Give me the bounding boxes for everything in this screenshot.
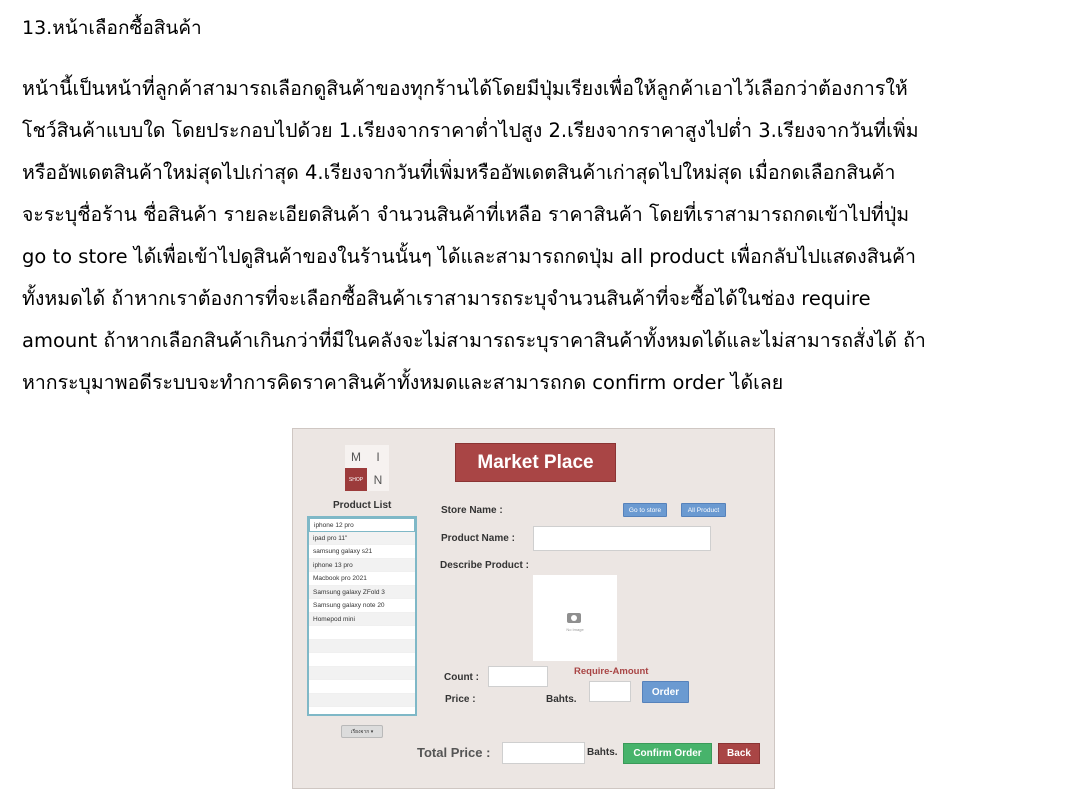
list-item[interactable]	[309, 653, 415, 667]
product-list-title: Product List	[333, 500, 392, 511]
price-label: Price :	[445, 694, 476, 705]
section-heading: 13.หน้าเลือกซื้อสินค้า	[22, 17, 202, 39]
paragraph-line: amount ถ้าหากเลือกสินค้าเกินกว่าที่มีในค…	[22, 329, 926, 352]
logo-letter-m: M	[345, 445, 367, 468]
no-image-caption: No Image	[566, 627, 584, 632]
describe-product-label: Describe Product :	[440, 560, 529, 571]
all-product-button[interactable]: All Product	[681, 503, 726, 517]
list-item[interactable]: samsung galaxy s21	[309, 545, 415, 559]
order-button[interactable]: Order	[642, 681, 689, 703]
list-item[interactable]	[309, 666, 415, 680]
total-bahts-label: Bahts.	[587, 747, 618, 758]
shop-logo: M I SHOP N	[345, 445, 389, 491]
back-button[interactable]: Back	[718, 743, 760, 764]
total-price-label: Total Price :	[417, 745, 491, 760]
list-item[interactable]: Homepod mini	[309, 612, 415, 626]
logo-letter-i: I	[367, 445, 389, 468]
paragraph-line: go to store ได้เพื่อเข้าไปดูสินค้าของในร…	[22, 245, 916, 268]
price-bahts-label: Bahts.	[546, 694, 577, 705]
go-to-store-button[interactable]: Go to store	[623, 503, 667, 517]
require-amount-field[interactable]	[589, 681, 631, 702]
list-item[interactable]: iphone 13 pro	[309, 558, 415, 572]
logo-letter-n: N	[367, 468, 389, 491]
camera-icon	[567, 613, 581, 623]
product-name-label: Product Name :	[441, 533, 515, 544]
product-name-field[interactable]	[533, 526, 711, 551]
paragraph-line: หน้านี้เป็นหน้าที่ลูกค้าสามารถเลือกดูสิน…	[22, 77, 908, 100]
paragraph-line: จะระบุชื่อร้าน ชื่อสินค้า รายละเอียดสินค…	[22, 203, 910, 226]
product-image: No Image	[533, 575, 617, 661]
total-price-field[interactable]	[502, 742, 585, 764]
list-item[interactable]: Samsung galaxy note 20	[309, 599, 415, 613]
list-item[interactable]	[309, 626, 415, 640]
list-item[interactable]	[309, 639, 415, 653]
sort-dropdown[interactable]: เรียงจาก ▾	[341, 725, 383, 738]
count-field[interactable]	[488, 666, 548, 687]
count-label: Count :	[444, 672, 479, 683]
list-item[interactable]	[309, 693, 415, 707]
list-item[interactable]: iphone 12 pro	[309, 518, 415, 532]
paragraph-line: ทั้งหมดได้ ถ้าหากเราต้องการที่จะเลือกซื้…	[22, 287, 871, 310]
list-item[interactable]	[309, 680, 415, 694]
paragraph-line: หากระบุมาพอดีระบบจะทำการคิดราคาสินค้าทั้…	[22, 371, 784, 394]
paragraph-line: โชว์สินค้าแบบใด โดยประกอบไปด้วย 1.เรียงจ…	[22, 119, 919, 142]
confirm-order-button[interactable]: Confirm Order	[623, 743, 712, 764]
description-paragraph: หน้านี้เป็นหน้าที่ลูกค้าสามารถเลือกดูสิน…	[22, 70, 1047, 406]
list-item[interactable]: Samsung galaxy ZFold 3	[309, 585, 415, 599]
list-item[interactable]: Macbook pro 2021	[309, 572, 415, 586]
logo-shop-tile: SHOP	[345, 468, 367, 491]
paragraph-line: หรืออัพเดตสินค้าใหม่สุดไปเก่าสุด 4.เรียง…	[22, 161, 896, 184]
list-item[interactable]: ipad pro 11"	[309, 531, 415, 545]
product-list[interactable]: iphone 12 pro ipad pro 11" samsung galax…	[307, 516, 417, 716]
market-place-banner: Market Place	[455, 443, 616, 482]
store-name-label: Store Name :	[441, 505, 503, 516]
marketplace-screenshot: M I SHOP N Market Place Product List iph…	[292, 428, 775, 789]
require-amount-label: Require-Amount	[574, 666, 649, 677]
